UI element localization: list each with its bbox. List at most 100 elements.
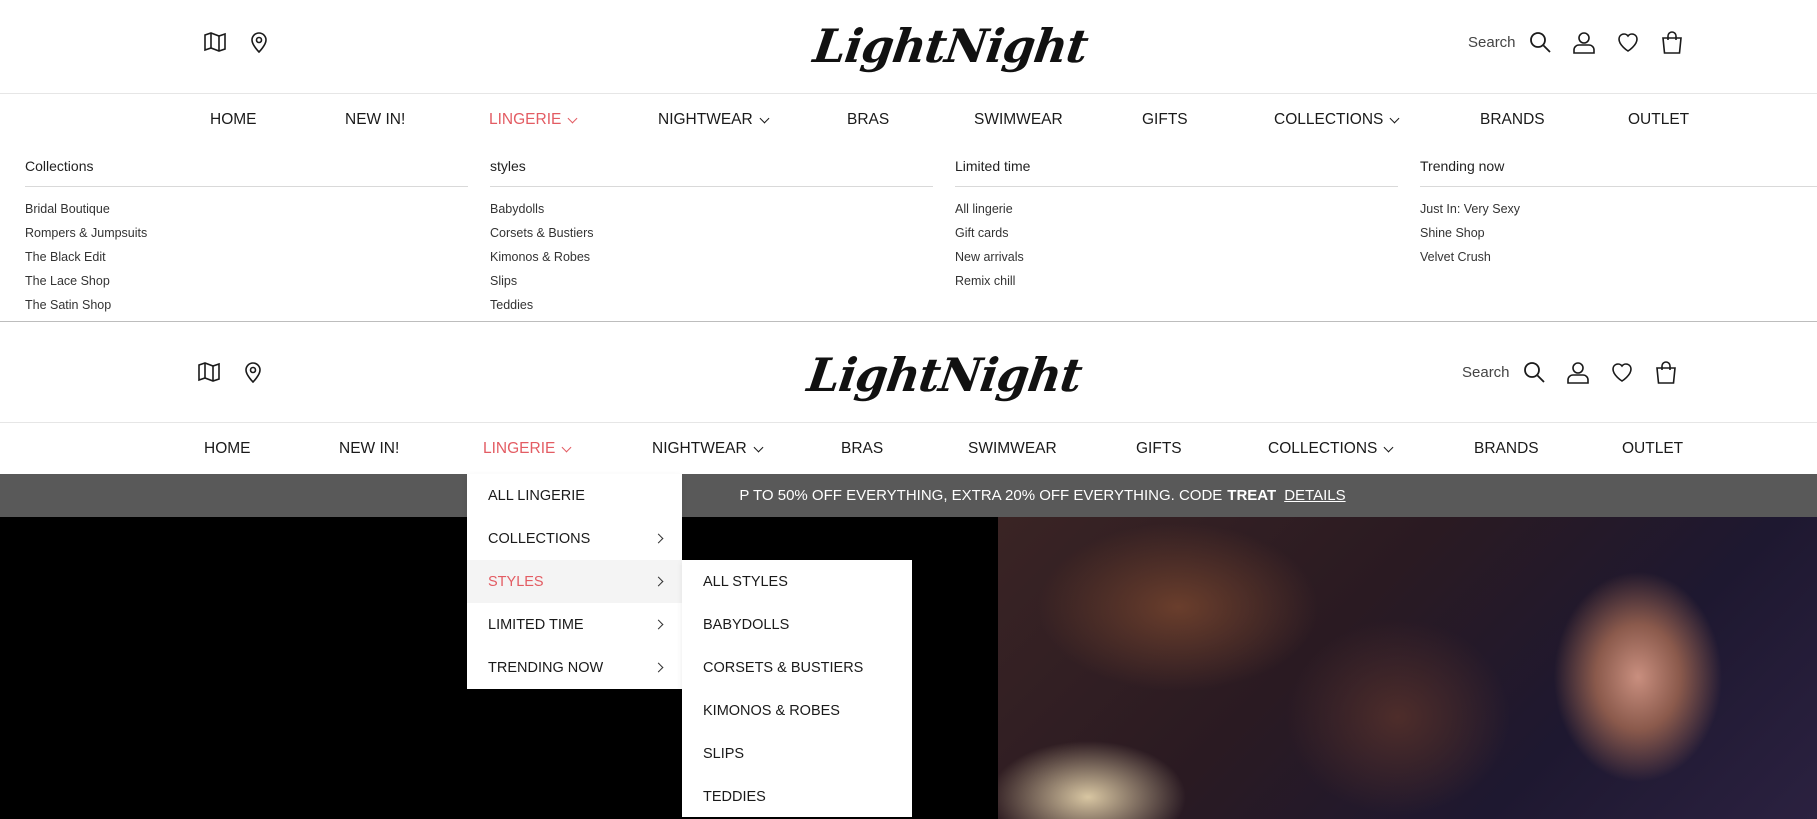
nav-item-new-in[interactable]: NEW IN! [339,424,399,474]
nav-label: SWIMWEAR [968,440,1057,457]
dropdown-label: STYLES [488,573,544,590]
submenu-item[interactable]: CORSETS & BUSTIERS [682,646,912,689]
search-icon[interactable] [1522,360,1546,384]
nav-item-brands[interactable]: BRANDS [1480,95,1545,145]
dropdown-item-trending-now[interactable]: TRENDING NOW [467,646,682,689]
nav-item-outlet[interactable]: OUTLET [1628,95,1689,145]
mega-link[interactable]: The Black Edit [25,245,468,269]
map-icon[interactable] [197,360,221,384]
mega-link[interactable]: Bridal Boutique [25,197,468,221]
chevron-right-icon [653,533,664,544]
nav-label: LINGERIE [483,440,556,457]
nav-label: GIFTS [1142,111,1188,128]
site-header-top: LightNight Search [0,0,1817,94]
wishlist-heart-icon[interactable] [1616,30,1640,54]
submenu-item[interactable]: SLIPS [682,732,912,775]
nav-item-brands[interactable]: BRANDS [1474,424,1539,474]
mega-link[interactable]: Kimonos & Robes [490,245,933,269]
chevron-right-icon [653,662,664,673]
search-label[interactable]: Search [1468,34,1516,51]
mega-link[interactable]: The Lace Shop [25,269,468,293]
nav-item-swimwear[interactable]: SWIMWEAR [974,95,1063,145]
nav-label: BRAS [847,111,890,128]
nav-item-gifts[interactable]: GIFTS [1142,95,1188,145]
mega-link[interactable]: Babydolls [490,197,933,221]
nav-label: OUTLET [1622,440,1684,457]
mega-link[interactable]: Teddies [490,293,933,317]
nav-item-collections[interactable]: COLLECTIONS [1268,424,1394,474]
hero-image[interactable] [998,517,1817,819]
nav-item-lingerie[interactable]: LINGERIE [483,424,572,474]
mega-link[interactable]: Just In: Very Sexy [1420,197,1817,221]
search-label[interactable]: Search [1462,364,1510,381]
nav-item-bras[interactable]: BRAS [841,424,883,474]
mega-link[interactable]: Gift cards [955,221,1398,245]
nav-item-nightwear[interactable]: NIGHTWEAR [658,95,770,145]
nav-item-new-in[interactable]: NEW IN! [345,95,405,145]
account-icon[interactable] [1566,360,1590,384]
header-tools: Search [1468,30,1684,54]
dropdown-item-limited-time[interactable]: LIMITED TIME [467,603,682,646]
mega-column-styles: styles Babydolls Corsets & Bustiers Kimo… [490,158,933,317]
submenu-item[interactable]: ALL STYLES [682,560,912,603]
dropdown-label: TRENDING NOW [488,659,604,676]
shopping-bag-icon[interactable] [1654,360,1678,384]
nav-label: GIFTS [1136,440,1182,457]
location-pin-icon[interactable] [247,30,271,54]
chevron-down-icon [759,113,770,123]
account-icon[interactable] [1572,30,1596,54]
nav-label: HOME [204,440,251,457]
nav-label: SWIMWEAR [974,111,1063,128]
header-tools: Search [1462,360,1678,384]
mega-column-limited-time: Limited time All lingerie Gift cards New… [955,158,1398,293]
dropdown-item-all-lingerie[interactable]: ALL LINGERIE [467,474,682,517]
wishlist-heart-icon[interactable] [1610,360,1634,384]
map-icon[interactable] [203,30,227,54]
brand-logo[interactable]: LightNight [811,14,1092,78]
submenu-item[interactable]: KIMONOS & ROBES [682,689,912,732]
dropdown-item-styles[interactable]: STYLES [467,560,682,603]
submenu-item[interactable]: BABYDOLLS [682,603,912,646]
nav-label: HOME [210,111,257,128]
submenu-item[interactable]: TEDDIES [682,775,912,818]
nav-item-lingerie[interactable]: LINGERIE [489,95,578,145]
search-icon[interactable] [1528,30,1552,54]
dropdown-label: LIMITED TIME [488,616,584,633]
nav-item-home[interactable]: HOME [204,424,251,474]
main-nav-top: HOME NEW IN! LINGERIE NIGHTWEAR BRAS SWI… [0,95,1817,145]
header-left-icons [203,30,271,54]
mega-column-heading: styles [490,158,933,187]
shopping-bag-icon[interactable] [1660,30,1684,54]
mega-column-links: Just In: Very Sexy Shine Shop Velvet Cru… [1420,197,1817,269]
promo-details-link[interactable]: DETAILS [1284,487,1345,504]
mega-link[interactable]: Velvet Crush [1420,245,1817,269]
dropdown-item-collections[interactable]: COLLECTIONS [467,517,682,560]
brand-logo[interactable]: LightNight [805,343,1086,407]
nav-item-swimwear[interactable]: SWIMWEAR [968,424,1057,474]
mega-link[interactable]: The Satin Shop [25,293,468,317]
nav-label: OUTLET [1628,111,1690,128]
chevron-down-icon [753,442,764,452]
site-header-bottom: LightNight Search [0,323,1817,423]
location-pin-icon[interactable] [241,360,265,384]
promo-banner: P TO 50% OFF EVERYTHING, EXTRA 20% OFF E… [0,474,1817,517]
nav-item-outlet[interactable]: OUTLET [1622,424,1683,474]
nav-label: NEW IN! [339,440,400,457]
nav-item-gifts[interactable]: GIFTS [1136,424,1182,474]
mega-link[interactable]: All lingerie [955,197,1398,221]
mega-link[interactable]: Shine Shop [1420,221,1817,245]
nav-label: BRANDS [1474,440,1539,457]
nav-item-nightwear[interactable]: NIGHTWEAR [652,424,764,474]
mega-column-trending-now: Trending now Just In: Very Sexy Shine Sh… [1420,158,1817,269]
mega-column-links: Babydolls Corsets & Bustiers Kimonos & R… [490,197,933,317]
mega-link[interactable]: New arrivals [955,245,1398,269]
nav-label: LINGERIE [489,111,562,128]
mega-link[interactable]: Slips [490,269,933,293]
nav-item-home[interactable]: HOME [210,95,257,145]
nav-label: COLLECTIONS [1274,111,1384,128]
mega-link[interactable]: Remix chill [955,269,1398,293]
nav-item-bras[interactable]: BRAS [847,95,889,145]
mega-link[interactable]: Rompers & Jumpsuits [25,221,468,245]
nav-item-collections[interactable]: COLLECTIONS [1274,95,1400,145]
mega-link[interactable]: Corsets & Bustiers [490,221,933,245]
